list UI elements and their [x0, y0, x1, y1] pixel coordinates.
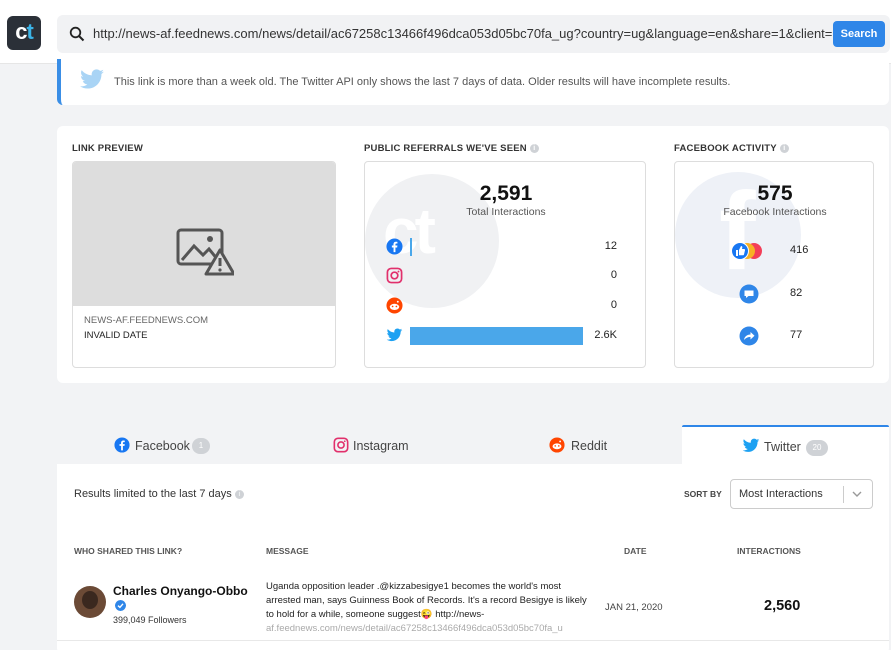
sort-by-value: Most Interactions	[739, 488, 823, 500]
referral-row-reddit: 0	[365, 296, 645, 316]
instagram-icon	[386, 267, 403, 284]
fb-row-comments: 82	[675, 283, 873, 305]
chevron-down-icon	[852, 491, 862, 497]
referral-value-twitter: 2.6K	[594, 329, 617, 341]
link-preview-card[interactable]: NEWS-AF.FEEDNEWS.COM INVALID DATE	[72, 161, 336, 368]
warning-text: This link is more than a week old. The T…	[114, 76, 731, 88]
select-divider	[843, 486, 844, 503]
facebook-icon	[114, 437, 130, 453]
link-preview-title: LINK PREVIEW	[72, 143, 144, 154]
results-panel: Results limited to the last 7 days i SORT…	[57, 464, 889, 650]
share-icon	[739, 326, 759, 346]
info-icon[interactable]: i	[234, 489, 244, 499]
post-date[interactable]: JAN 21, 2020	[605, 602, 663, 613]
referral-value-instagram: 0	[610, 269, 617, 281]
user-name[interactable]: Charles Onyango-Obbo	[113, 584, 248, 598]
referral-row-instagram: 0	[365, 266, 645, 286]
tab-twitter-badge: 20	[806, 440, 828, 456]
fb-value-shares: 77	[790, 329, 803, 341]
tab-instagram-label: Instagram	[353, 439, 409, 453]
results-limit-note: Results limited to the last 7 days i	[74, 488, 244, 500]
tab-facebook-badge: 1	[192, 438, 210, 454]
crowdtangle-logo[interactable]: ct	[7, 16, 41, 50]
facebook-interactions-value: 575	[757, 182, 793, 205]
total-interactions-label: Total Interactions	[466, 206, 546, 218]
reddit-icon	[386, 297, 403, 314]
twitter-icon	[742, 438, 760, 452]
avatar[interactable]	[74, 586, 106, 618]
column-header-date: DATE	[624, 546, 647, 556]
tab-twitter[interactable]: Twitter 20	[682, 425, 889, 465]
preview-date: INVALID DATE	[84, 330, 148, 341]
instagram-icon	[333, 437, 349, 453]
broken-image-icon	[176, 228, 234, 276]
follower-count: 399,049 Followers	[113, 615, 187, 625]
fb-value-reactions: 416	[790, 244, 809, 256]
reddit-icon	[549, 437, 565, 453]
tab-facebook[interactable]: Facebook 1	[57, 425, 265, 465]
total-interactions-value: 2,591	[479, 182, 533, 205]
referral-value-reddit: 0	[610, 299, 617, 311]
search-button[interactable]: Search	[833, 21, 885, 47]
tab-twitter-label: Twitter	[764, 440, 801, 454]
column-header-interactions[interactable]: INTERACTIONS	[737, 546, 801, 556]
verified-icon	[115, 600, 126, 611]
referral-bar-twitter	[410, 327, 583, 345]
tab-facebook-label: Facebook	[135, 439, 190, 453]
column-header-shared-by: WHO SHARED THIS LINK?	[74, 546, 183, 556]
preview-domain: NEWS-AF.FEEDNEWS.COM	[84, 315, 209, 326]
tab-reddit-label: Reddit	[571, 439, 608, 453]
comment-icon	[739, 284, 759, 304]
info-icon[interactable]: i	[529, 143, 539, 153]
sort-by-select[interactable]: Most Interactions	[730, 479, 873, 509]
referral-row-facebook: 12	[365, 237, 645, 257]
fb-row-shares: 77	[675, 325, 873, 347]
tab-instagram[interactable]: Instagram	[265, 425, 473, 465]
fb-row-reactions: 416	[675, 240, 873, 262]
post-interactions: 2,560	[764, 598, 801, 614]
facebook-icon	[386, 238, 403, 255]
old-link-warning: This link is more than a week old. The T…	[57, 59, 889, 105]
url-input[interactable]: http://news-af.feednews.com/news/detail/…	[93, 26, 833, 41]
facebook-activity-title: FACEBOOK ACTIVITY i	[674, 143, 789, 154]
sort-by-label: SORT BY	[684, 489, 722, 499]
referral-value-facebook: 12	[604, 240, 617, 252]
message-text[interactable]: Uganda opposition leader .@kizzabesigye1…	[266, 580, 588, 636]
url-search-bar[interactable]: http://news-af.feednews.com/news/detail/…	[57, 15, 890, 53]
twitter-icon	[80, 69, 104, 89]
fb-value-comments: 82	[790, 287, 803, 299]
column-header-message: MESSAGE	[266, 546, 309, 556]
facebook-activity-card: f 575 Facebook Interactions 416 82 77	[674, 161, 874, 368]
message-link-faded[interactable]: af.feednews.com/news/detail/ac67258c1346…	[266, 623, 563, 634]
platform-tabs: Facebook 1 Instagram Reddit Twitter 20	[57, 425, 889, 465]
preview-image-placeholder	[73, 162, 335, 306]
tab-reddit[interactable]: Reddit	[473, 425, 681, 465]
referrals-card: ct 2,591 Total Interactions 12 0 0 2.6K	[364, 161, 646, 368]
referral-bar-facebook	[410, 238, 412, 256]
top-bar: ct http://news-af.feednews.com/news/deta…	[0, 0, 891, 64]
reactions-icon	[731, 242, 762, 260]
facebook-interactions-label: Facebook Interactions	[723, 206, 827, 218]
table-row[interactable]: Charles Onyango-Obbo 399,049 Followers U…	[57, 567, 889, 641]
summary-card: LINK PREVIEW PUBLIC REFERRALS WE'VE SEEN…	[57, 126, 889, 383]
referrals-title: PUBLIC REFERRALS WE'VE SEEN i	[364, 143, 539, 154]
info-icon[interactable]: i	[779, 143, 789, 153]
search-icon	[69, 26, 85, 42]
twitter-icon	[386, 328, 403, 342]
referral-row-twitter: 2.6K	[365, 326, 645, 346]
